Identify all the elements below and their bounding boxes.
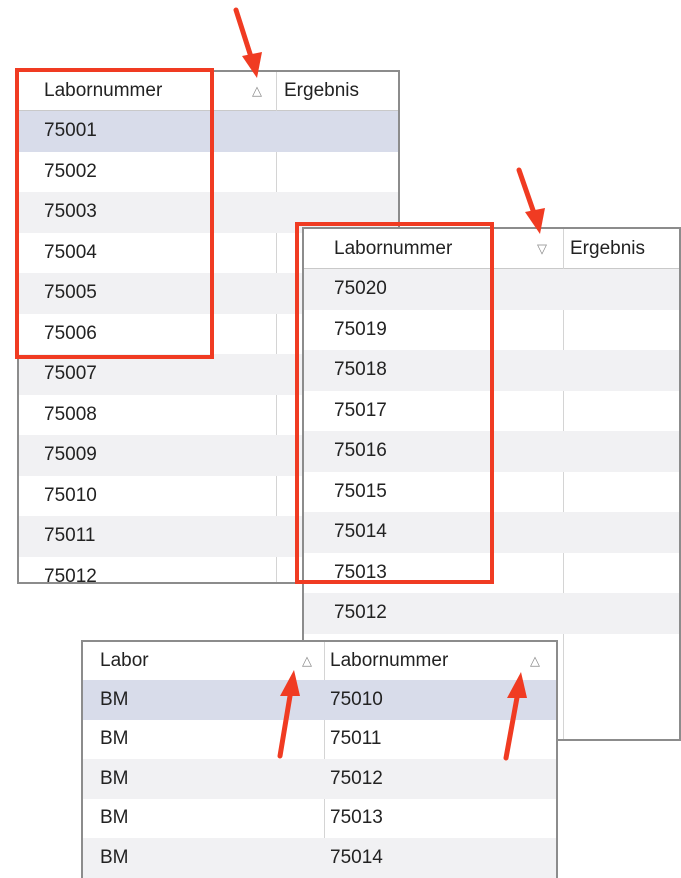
labornummer-cell: 75014 <box>330 846 383 868</box>
table-panel-multisort: Labor △ Labornummer △ BM 75010 BM 75011 BM 75… <box>81 640 558 878</box>
labornummer-cell: 75011 <box>330 728 382 750</box>
column-divider[interactable] <box>324 642 325 680</box>
column-header-ergebnis[interactable]: Ergebnis <box>284 72 359 110</box>
table-row[interactable]: BM 75010 <box>83 680 556 720</box>
labor-cell: BM <box>100 728 129 750</box>
arrow-annotation-icon <box>503 672 527 761</box>
table-row[interactable]: 75012 <box>304 593 679 634</box>
column-divider[interactable] <box>276 72 277 110</box>
table-row[interactable]: BM 75011 <box>83 720 556 760</box>
arrow-annotation-icon <box>516 167 545 234</box>
labornummer-cell: 75007 <box>44 363 97 385</box>
labornummer-cell: 75011 <box>44 525 96 547</box>
labor-cell: BM <box>100 846 129 868</box>
highlight-box-ascending <box>15 68 214 359</box>
highlight-box-descending <box>295 222 494 584</box>
labornummer-cell: 75009 <box>44 444 97 466</box>
column-header-ergebnis[interactable]: Ergebnis <box>570 229 645 268</box>
labornummer-cell: 75008 <box>44 403 97 425</box>
table-row[interactable]: BM 75014 <box>83 838 556 878</box>
labornummer-cell: 75012 <box>44 565 97 584</box>
labornummer-cell: 75012 <box>334 602 387 624</box>
labornummer-cell: 75010 <box>330 688 383 710</box>
labor-cell: BM <box>100 767 129 789</box>
labornummer-cell: 75010 <box>44 484 97 506</box>
labor-cell: BM <box>100 688 129 710</box>
column-divider[interactable] <box>563 229 564 268</box>
table-header: Labor △ Labornummer △ <box>83 642 556 681</box>
arrow-annotation-icon <box>233 7 262 78</box>
labornummer-cell: 75013 <box>330 807 383 829</box>
table-row[interactable]: BM 75013 <box>83 799 556 839</box>
table-row[interactable]: BM 75012 <box>83 759 556 799</box>
arrow-annotation-icon <box>277 670 300 759</box>
labor-cell: BM <box>100 807 129 829</box>
labornummer-cell: 75012 <box>330 767 383 789</box>
